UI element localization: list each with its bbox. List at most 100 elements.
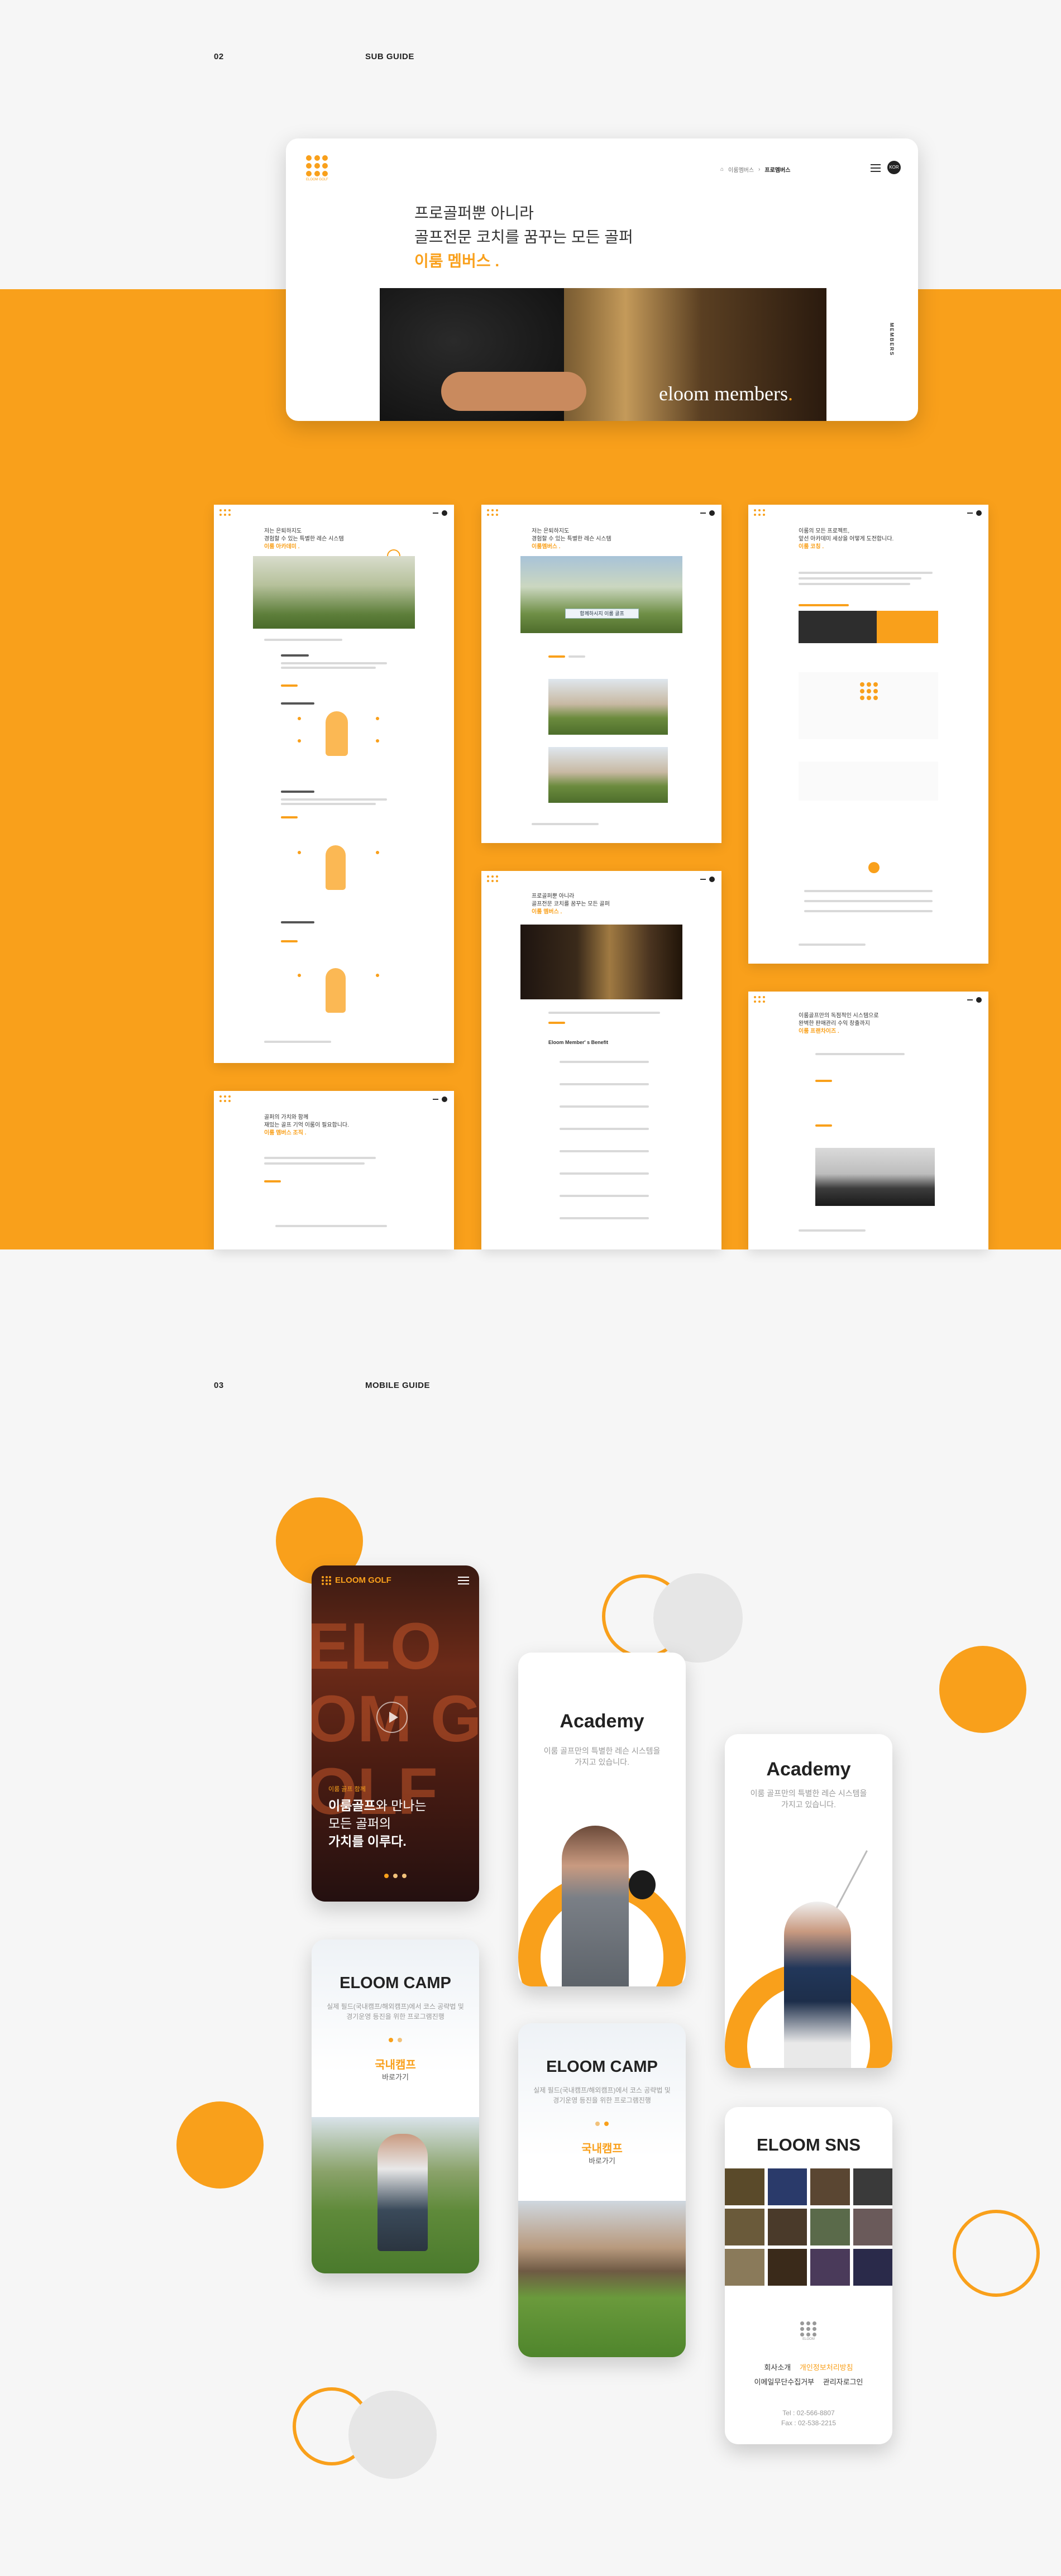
sns-thumb[interactable] [853,2209,892,2245]
phone-title: ELOOM CAMP [340,1974,451,1992]
pagination-dots[interactable] [312,1874,479,1878]
benefit-row [560,1195,649,1197]
mock-title: 저는 은퇴하지도 [532,528,570,534]
mockup-members-photo: 저는 은퇴하지도 경험할 수 있는 특별한 레슨 시스템 이룸멤버스 . 함께하… [481,505,721,843]
resort-photo [518,2201,686,2357]
sns-thumb[interactable] [725,2209,764,2245]
sub-heading [281,702,314,705]
button [281,816,298,818]
sns-thumb[interactable] [767,2168,807,2205]
clubhouse-photo [548,679,668,735]
headline-line2: 모든 골퍼의 [328,1816,391,1831]
footer-link-privacy[interactable]: 개인정보처리방침 [800,2363,853,2372]
step-dot [376,717,379,720]
footer-link[interactable]: 이메일무단수집거부 [754,2378,814,2386]
button [281,684,298,687]
section-number-mobile: 03 [214,1381,224,1390]
sns-thumb[interactable] [853,2249,892,2286]
camp-link[interactable]: 바로가기 [312,2071,479,2082]
group-photo [520,556,682,633]
logo-dots-icon [860,682,878,700]
text-line [281,798,387,801]
camp-accent: 국내캠프 [375,2059,416,2071]
sns-thumb[interactable] [810,2209,850,2245]
step-dot [376,974,379,977]
dark-panel [799,611,877,643]
footer-link[interactable]: 관리자로그인 [823,2378,863,2386]
benefit-row [560,1217,649,1219]
camp-link[interactable]: 바로가기 [518,2155,686,2166]
mock-accent: 이룸멤버스 . [532,544,561,550]
hamburger-icon[interactable] [458,1577,469,1584]
phone-kicker: 이룸 골프 함께 [328,1786,366,1793]
footer-link[interactable]: 회사소개 [764,2363,791,2372]
golfer-arms [441,372,586,411]
button [548,1022,565,1024]
footer-fax: Fax : 02-538-2215 [781,2419,837,2427]
mini-logo-icon [754,996,765,1003]
sns-thumb[interactable] [810,2168,850,2205]
clubhouse-photo [548,747,668,803]
benefit-row [560,1128,649,1130]
mockup-franchise: 이룸골프만의 독점적인 시스템으로 완벽한 판매관리 수익 창출까지 이룸 프랜… [748,992,988,1249]
phone-sub-1: 실제 필드(국내캠프/해외캠프)에서 코스 공략법 및 [533,2086,671,2094]
play-icon[interactable] [376,1702,408,1733]
logo-dots-icon [306,155,328,176]
mini-nav [433,1097,447,1102]
sns-thumb[interactable] [725,2249,764,2286]
pagination-dots[interactable] [312,2038,479,2042]
menu-icon[interactable] [871,164,881,172]
hero-card: ELOOM GOLF ⌂ 이룸멤버스 › 프로멤버스 KOR 프로골퍼뿐 아니라… [286,138,918,421]
button [815,1124,832,1127]
sns-thumb[interactable] [767,2249,807,2286]
logo-panel [799,762,938,801]
chevron-right-icon: › [758,166,761,173]
footer-logo: ELOOM [800,2321,817,2341]
section-title-mobile: MOBILE GUIDE [365,1381,431,1390]
text-line [548,1012,660,1014]
text-line [281,662,387,664]
button [815,1080,832,1082]
side-label: MEMBERS [889,323,895,357]
icon-row [275,1225,387,1227]
home-icon[interactable]: ⌂ [720,166,724,173]
deco-circle-gray [653,1573,743,1663]
footer-links-row-2: 이메일무단수집거부 관리자로그인 [725,2376,892,2387]
footer-line [532,823,599,825]
pagination-dots[interactable] [518,2122,686,2126]
benefit-row [560,1172,649,1175]
photo-caption-text: eloom members [659,382,788,405]
footer-line [264,1041,331,1043]
phone-camp-2: ELOOM CAMP 실제 필드(국내캠프/해외캠프)에서 코스 공략법 및 경… [518,2023,686,2357]
brand-logo[interactable]: ELOOM GOLF [306,155,328,181]
illustration [326,845,346,890]
benefit-row [560,1083,649,1085]
mini-nav [700,510,715,516]
phone-brand[interactable]: ELOOM GOLF [322,1576,391,1585]
breadcrumb-item-current[interactable]: 프로멤버스 [764,165,790,174]
benefit-row [560,1150,649,1152]
breadcrumb-item[interactable]: 이룸멤버스 [728,165,754,174]
mini-logo-icon [487,875,498,882]
phone-camp-1: ELOOM CAMP 실제 필드(국내캠프/해외캠프)에서 코스 공략법 및 경… [312,1940,479,2273]
phone-headline: 이룸골프와 만나는 모든 골퍼의 가치를 이루다. [328,1797,427,1850]
language-button[interactable]: KOR [887,161,901,174]
phone-sub-2: 경기운영 등진을 위한 프로그램진행 [553,2096,651,2104]
sns-thumb[interactable] [810,2249,850,2286]
sns-thumb[interactable] [767,2209,807,2245]
mock-sub: 앞선 아카데미 세상을 어떻게 도전합니다. [799,536,894,542]
deco-circle-gray [348,2391,437,2479]
phone-title: Academy [766,1759,851,1780]
deco-ring [953,2210,1040,2297]
button [281,940,298,942]
footer-line [799,1229,866,1232]
section-title-sub: SUB GUIDE [365,52,414,61]
footer-line [799,944,866,946]
banner-text: 함께하시지 이룸 골프 [565,609,639,619]
text-line [799,577,921,580]
sns-thumb[interactable] [853,2168,892,2205]
logo-dots-icon [800,2321,817,2336]
phone-title: Academy [560,1711,644,1732]
simulator-photo [815,1148,935,1206]
sns-thumb[interactable] [725,2168,764,2205]
